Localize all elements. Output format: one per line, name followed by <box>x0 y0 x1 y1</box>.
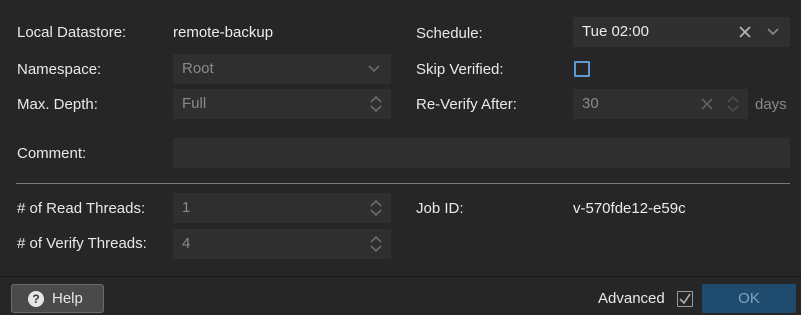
reverify-after-value: 30 <box>582 95 599 112</box>
job-id-label: Job ID: <box>416 200 464 217</box>
local-datastore-value: remote-backup <box>173 24 274 41</box>
skip-verified-label: Skip Verified: <box>416 61 504 78</box>
read-threads-spinner[interactable]: 1 <box>173 193 391 223</box>
footer-divider <box>0 276 801 277</box>
chevron-down-icon[interactable] <box>364 55 384 83</box>
schedule-combobox[interactable]: Tue 02:00 <box>573 17 790 47</box>
reverify-after-label: Re-Verify After: <box>416 96 517 113</box>
comment-input[interactable] <box>173 138 790 168</box>
chevron-down-icon[interactable] <box>763 18 783 46</box>
help-button-label: Help <box>52 290 83 307</box>
section-divider <box>16 183 790 184</box>
ok-button-label: OK <box>738 290 760 307</box>
verify-threads-spinner[interactable]: 4 <box>173 229 391 259</box>
advanced-label: Advanced <box>598 290 665 307</box>
schedule-label: Schedule: <box>416 25 483 42</box>
comment-label: Comment: <box>17 145 87 162</box>
read-threads-value: 1 <box>182 199 191 216</box>
clear-icon[interactable] <box>697 90 717 118</box>
namespace-label: Namespace: <box>17 61 102 78</box>
advanced-checkbox[interactable] <box>677 291 693 307</box>
read-threads-label: # of Read Threads: <box>17 200 146 217</box>
ok-button[interactable]: OK <box>702 284 796 313</box>
spinner-arrows-icon[interactable] <box>723 90 743 118</box>
namespace-value: Root <box>182 60 214 77</box>
schedule-value: Tue 02:00 <box>582 23 649 40</box>
spinner-arrows-icon[interactable] <box>366 194 386 222</box>
max-depth-value: Full <box>182 95 207 112</box>
verify-threads-value: 4 <box>182 235 191 252</box>
reverify-after-spinner[interactable]: 30 <box>573 89 748 119</box>
max-depth-label: Max. Depth: <box>17 96 98 113</box>
help-button[interactable]: ? Help <box>11 284 104 313</box>
spinner-arrows-icon[interactable] <box>366 230 386 258</box>
verify-threads-label: # of Verify Threads: <box>17 235 147 252</box>
namespace-select[interactable]: Root <box>173 54 391 84</box>
max-depth-spinner[interactable]: Full <box>173 89 391 119</box>
spinner-arrows-icon[interactable] <box>366 90 386 118</box>
question-circle-icon: ? <box>28 290 44 307</box>
checkmark-icon <box>679 293 691 305</box>
job-id-value: v-570fde12-e59c <box>573 200 686 217</box>
local-datastore-label: Local Datastore: <box>17 24 127 41</box>
clear-icon[interactable] <box>735 18 755 46</box>
reverify-unit: days <box>755 96 787 113</box>
skip-verified-checkbox[interactable] <box>574 61 590 77</box>
